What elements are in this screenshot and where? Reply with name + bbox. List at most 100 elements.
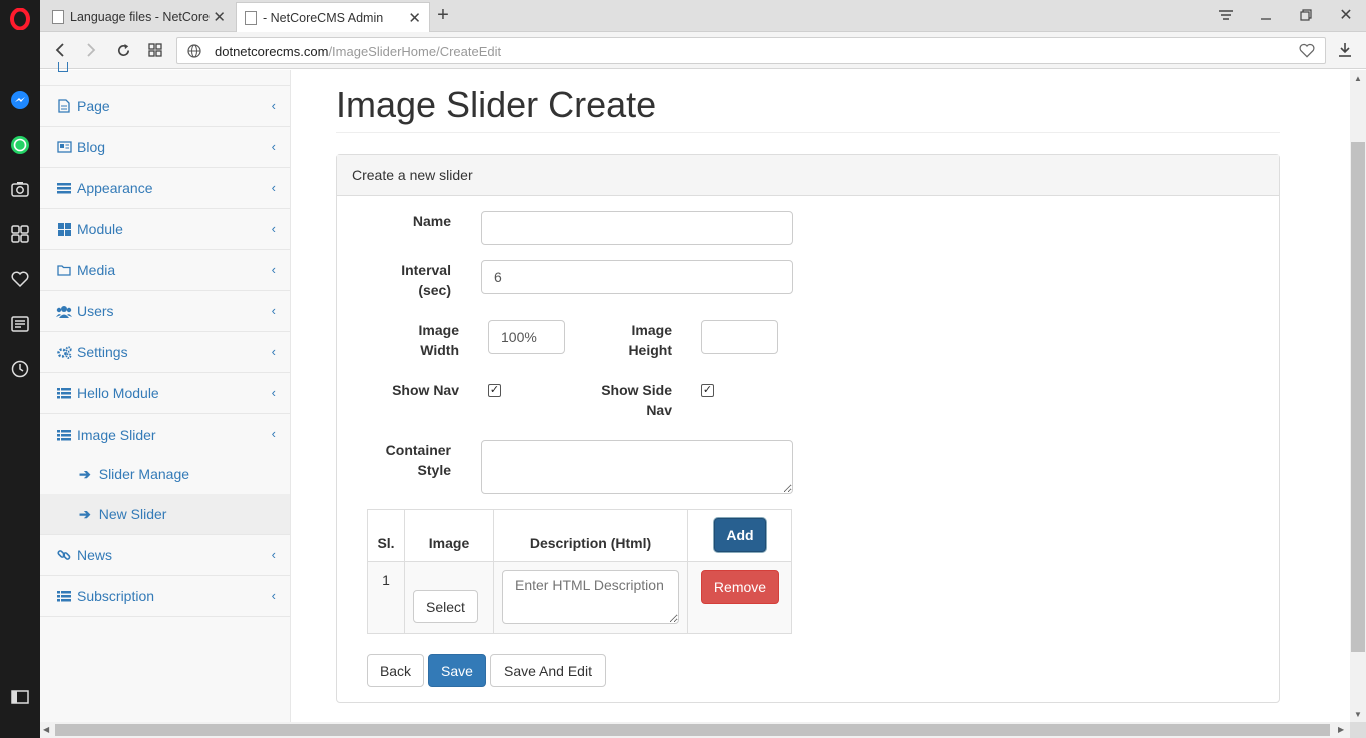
- newspaper-icon: [56, 141, 72, 153]
- table-row: 1 Select Remove: [367, 561, 792, 634]
- reload-icon[interactable]: [113, 40, 133, 60]
- tab-strip: Language files - NetCoreC ✕ - NetCoreCMS…: [40, 0, 1366, 32]
- tab-language-files[interactable]: Language files - NetCoreC ✕: [44, 2, 234, 32]
- sidebar-item-label: Appearance: [77, 180, 153, 196]
- image-height-input[interactable]: [701, 320, 778, 354]
- sidebar-subitem-slider-manage[interactable]: ➔ Slider Manage: [40, 454, 290, 494]
- messenger-icon[interactable]: [9, 89, 31, 111]
- save-button[interactable]: Save: [428, 654, 486, 687]
- arrow-right-icon: ➔: [79, 505, 91, 522]
- whatsapp-icon[interactable]: [9, 134, 31, 156]
- sidebar-toggle-icon[interactable]: [9, 686, 31, 708]
- gears-icon: [56, 345, 72, 359]
- close-window-icon[interactable]: ✕: [1332, 4, 1360, 26]
- link-icon: [56, 548, 72, 562]
- dashboard-icon: [58, 62, 68, 72]
- scroll-down-arrow-icon[interactable]: ▼: [1354, 710, 1362, 719]
- close-tab-icon[interactable]: ✕: [213, 8, 226, 26]
- users-icon: [56, 305, 72, 318]
- image-width-input[interactable]: [488, 320, 565, 354]
- sidebar-item-users[interactable]: Users ‹: [40, 291, 290, 332]
- sidebar-item-settings[interactable]: Settings ‹: [40, 332, 290, 373]
- tabs-grid-icon[interactable]: [145, 40, 165, 60]
- close-tab-icon[interactable]: ✕: [408, 9, 421, 27]
- address-bar[interactable]: dotnetcorecms.com/ImageSliderHome/Create…: [176, 37, 1326, 64]
- interval-label: Interval (sec): [401, 262, 451, 298]
- url-path: /ImageSliderHome/CreateEdit: [328, 44, 502, 59]
- show-nav-checkbox[interactable]: ✓: [488, 384, 501, 397]
- select-image-button[interactable]: Select: [413, 590, 478, 623]
- scroll-left-arrow-icon[interactable]: ◀: [43, 725, 49, 734]
- back-arrow-icon[interactable]: [50, 40, 70, 60]
- tab-menu-icon[interactable]: [1212, 4, 1240, 26]
- sidebar-item-label: Page: [77, 98, 110, 114]
- folder-icon: [56, 264, 72, 276]
- minimize-icon[interactable]: [1252, 4, 1280, 26]
- sidebar-item-module[interactable]: Module ‹: [40, 209, 290, 250]
- slide-number: 1: [367, 561, 405, 634]
- chevron-left-icon: ‹: [271, 344, 276, 359]
- sidebar-item-blog[interactable]: Blog ‹: [40, 127, 290, 168]
- news-icon[interactable]: [9, 313, 31, 335]
- sidebar-item-image-slider[interactable]: Image Slider ‹: [40, 414, 290, 455]
- admin-sidebar: Page ‹ Blog ‹ Appearance ‹ Module ‹ Medi…: [40, 62, 291, 722]
- show-side-nav-checkbox[interactable]: ✓: [701, 384, 714, 397]
- camera-icon[interactable]: [9, 178, 31, 200]
- scroll-right-arrow-icon[interactable]: ▶: [1338, 725, 1344, 734]
- panel-heading: Create a new slider: [337, 155, 1279, 196]
- new-tab-plus-icon[interactable]: +: [429, 4, 457, 26]
- name-label: Name: [412, 213, 451, 229]
- show-side-nav-label: Show Side Nav: [601, 382, 672, 418]
- download-icon[interactable]: [1335, 40, 1355, 60]
- sidebar-item-page[interactable]: Page ‹: [40, 86, 290, 127]
- arrow-right-icon: ➔: [79, 465, 91, 482]
- chevron-left-icon: ‹: [271, 98, 276, 113]
- container-style-label: Container Style: [385, 442, 451, 478]
- navigation-bar: dotnetcorecms.com/ImageSliderHome/Create…: [40, 32, 1366, 69]
- forward-arrow-icon[interactable]: [81, 40, 101, 60]
- sidebar-subitem-new-slider[interactable]: ➔ New Slider: [40, 494, 290, 535]
- description-textarea[interactable]: [502, 570, 679, 624]
- sidebar-item-hello-module[interactable]: Hello Module ‹: [40, 373, 290, 414]
- document-icon: [245, 10, 257, 25]
- image-height-label: Image Height: [628, 322, 672, 358]
- name-input[interactable]: [481, 211, 793, 245]
- vertical-scroll-thumb[interactable]: [1351, 142, 1365, 652]
- horizontal-scrollbar[interactable]: ◀ ▶: [40, 722, 1350, 738]
- sidebar-item-news[interactable]: News ‹: [40, 535, 290, 576]
- chevron-left-icon: ‹: [271, 221, 276, 236]
- back-button[interactable]: Back: [367, 654, 424, 687]
- container-style-textarea[interactable]: [481, 440, 793, 494]
- scroll-up-arrow-icon[interactable]: ▲: [1354, 74, 1362, 83]
- chevron-left-icon: ‹: [271, 180, 276, 195]
- horizontal-scroll-thumb[interactable]: [55, 724, 1330, 736]
- opera-logo-icon[interactable]: [9, 8, 31, 30]
- image-width-label: Image Width: [418, 322, 459, 358]
- interval-input[interactable]: [481, 260, 793, 294]
- add-slide-button[interactable]: Add: [714, 518, 766, 552]
- chevron-left-icon: ‹: [271, 303, 276, 318]
- sidebar-item-label: Media: [77, 262, 116, 278]
- speed-dial-icon[interactable]: [9, 223, 31, 245]
- sidebar-item-label: Image Slider: [77, 426, 156, 443]
- sidebar-item-label: News: [77, 547, 113, 563]
- heart-icon[interactable]: [9, 268, 31, 290]
- list-icon: [56, 429, 72, 441]
- show-nav-label: Show Nav: [392, 382, 459, 398]
- slides-table: Sl. Image Description (Html) Add 1 Selec…: [367, 509, 792, 634]
- sidebar-item-label: Module: [77, 221, 123, 237]
- bookmark-heart-icon[interactable]: [1299, 43, 1315, 61]
- restore-icon[interactable]: [1292, 4, 1320, 26]
- history-clock-icon[interactable]: [9, 358, 31, 380]
- remove-slide-button[interactable]: Remove: [701, 570, 779, 604]
- save-and-edit-button[interactable]: Save And Edit: [490, 654, 606, 687]
- browser-sidebar-dock: [0, 0, 40, 738]
- sidebar-item-label: Users: [77, 303, 114, 319]
- column-header: Description (Html): [493, 509, 688, 562]
- sidebar-item-appearance[interactable]: Appearance ‹: [40, 168, 290, 209]
- vertical-scrollbar[interactable]: ▲ ▼: [1350, 70, 1366, 722]
- tab-netcorecms-admin[interactable]: - NetCoreCMS Admin ✕: [236, 2, 430, 32]
- sidebar-item-subscription[interactable]: Subscription ‹: [40, 576, 290, 617]
- sidebar-item-media[interactable]: Media ‹: [40, 250, 290, 291]
- sidebar-item-label: Settings: [77, 344, 128, 360]
